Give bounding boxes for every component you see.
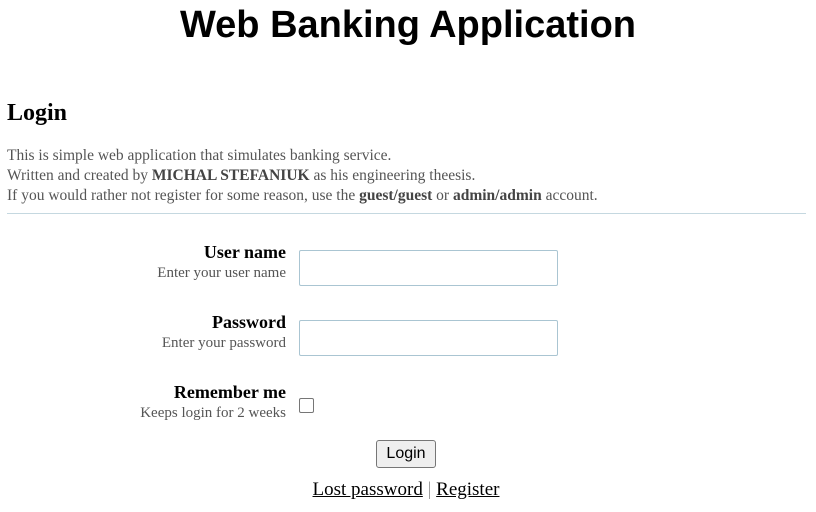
app-title: Web Banking Application	[179, 4, 637, 46]
intro-text: This is simple web application that simu…	[7, 146, 598, 206]
username-label: User name	[203, 242, 286, 262]
intro-line-3-prefix: If you would rather not register for som…	[7, 187, 360, 204]
intro-line-3-suffix: account.	[541, 187, 598, 204]
remember-label-group: Remember me Keeps login for 2 weeks	[140, 382, 286, 423]
login-button[interactable]: Login	[376, 440, 436, 468]
login-heading: Login	[7, 100, 68, 126]
footer-links: Lost password | Register	[0, 479, 812, 501]
password-label: Password	[211, 312, 286, 332]
remember-me-checkbox[interactable]	[299, 398, 314, 413]
password-label-group: Password Enter your password	[162, 312, 286, 353]
intro-line-3-middle: or	[432, 187, 453, 204]
author-name: MICHAL STEFANIUK	[151, 167, 310, 184]
intro-line-2-prefix: Written and created by	[7, 167, 152, 184]
intro-line-2: Written and created by MICHAL STEFANIUK …	[7, 166, 598, 186]
password-hint: Enter your password	[161, 335, 286, 351]
intro-line-2-suffix: as his engineering theesis.	[309, 167, 476, 184]
username-label-group: User name Enter your user name	[157, 242, 286, 283]
guest-credentials: guest/guest	[359, 187, 433, 204]
link-separator: |	[427, 479, 432, 500]
intro-line-3: If you would rather not register for som…	[7, 186, 598, 206]
remember-label: Remember me	[173, 382, 286, 402]
divider	[7, 213, 806, 214]
register-link[interactable]: Register	[436, 479, 499, 500]
password-input[interactable]	[299, 320, 558, 356]
username-input[interactable]	[299, 250, 558, 286]
username-hint: Enter your user name	[157, 265, 286, 281]
intro-line-1: This is simple web application that simu…	[7, 147, 392, 164]
remember-hint: Keeps login for 2 weeks	[140, 405, 286, 421]
admin-credentials: admin/admin	[452, 187, 542, 204]
lost-password-link[interactable]: Lost password	[313, 479, 423, 500]
